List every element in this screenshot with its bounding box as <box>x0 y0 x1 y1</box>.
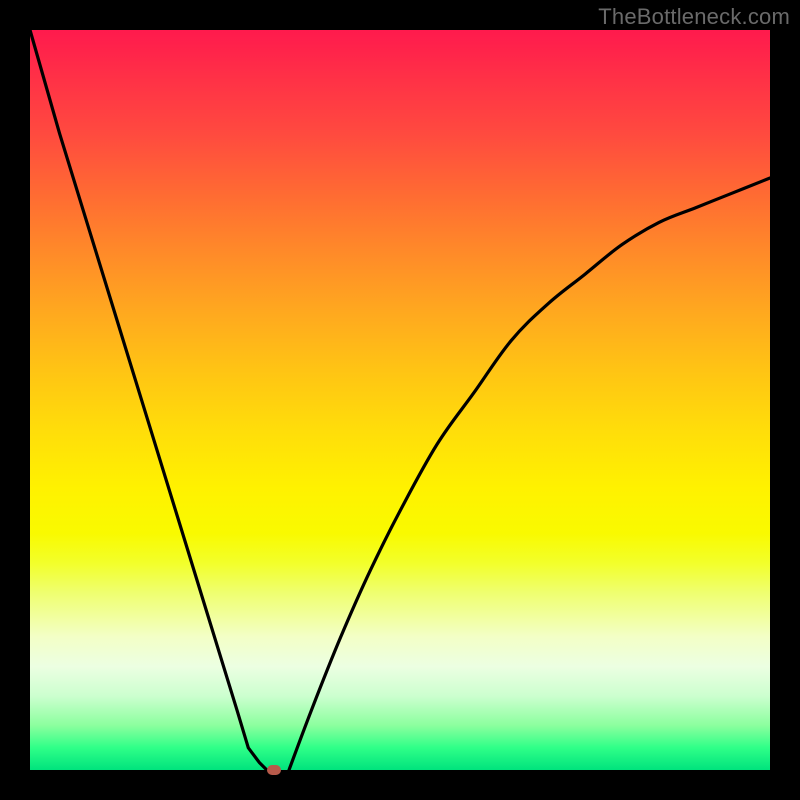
chart-frame: TheBottleneck.com <box>0 0 800 800</box>
plot-area <box>30 30 770 770</box>
curve-left-branch <box>30 30 267 770</box>
attribution-text: TheBottleneck.com <box>598 4 790 30</box>
minimum-marker <box>267 765 281 775</box>
curve-right-branch <box>289 178 770 770</box>
bottleneck-curve <box>30 30 770 770</box>
